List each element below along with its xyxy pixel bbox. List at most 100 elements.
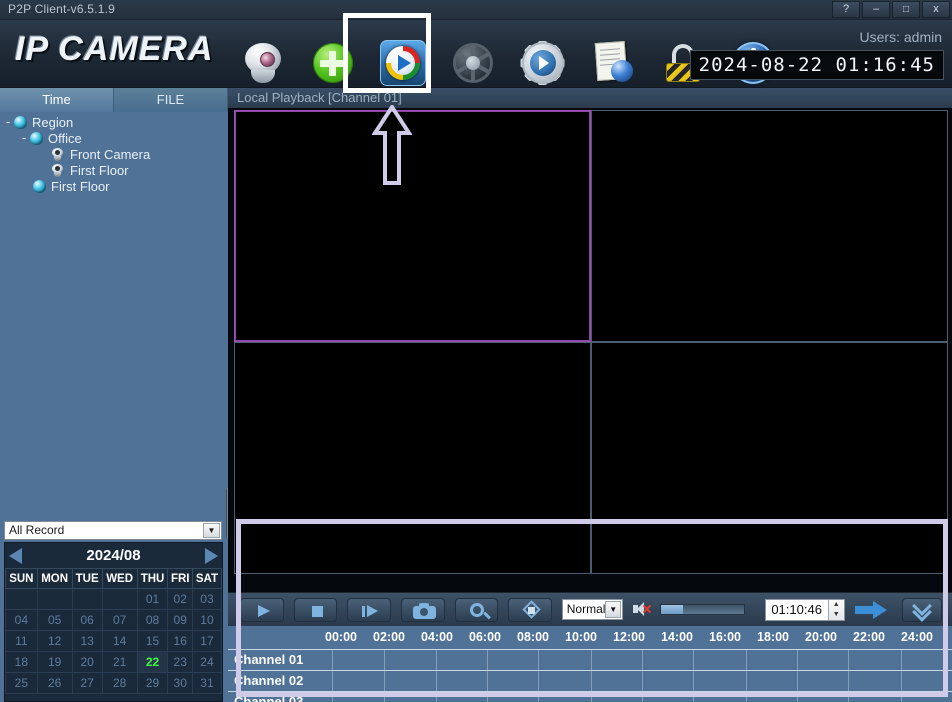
calendar-day[interactable]: 13 xyxy=(71,630,103,652)
calendar-day[interactable]: 19 xyxy=(36,651,73,673)
calendar-day[interactable]: 05 xyxy=(36,609,73,631)
calendar-day[interactable]: 21 xyxy=(101,651,138,673)
calendar-day[interactable]: 24 xyxy=(191,651,223,673)
tree-item-first-floor-cam[interactable]: First Floor xyxy=(0,162,228,178)
record-type-select[interactable]: All Record ▼ xyxy=(4,521,222,540)
calendar-day[interactable]: 31 xyxy=(191,672,223,694)
volume-slider[interactable] xyxy=(660,604,746,615)
minimize-button[interactable]: – xyxy=(862,1,890,18)
expand-toggle-icon[interactable]: - xyxy=(2,114,14,130)
help-button[interactable]: ? xyxy=(832,1,860,18)
datetime-display: 2024-08-22 01:16:45 xyxy=(689,50,944,80)
frame-step-button[interactable] xyxy=(347,597,391,622)
video-pane-1[interactable] xyxy=(234,110,591,342)
video-area: Local Playback [Channel 01] Normal ▼ 01:… xyxy=(228,88,952,702)
timeline-ruler: 00:00 02:00 04:00 06:00 08:00 10:00 12:0… xyxy=(228,626,952,650)
tree-item-label: First Floor xyxy=(70,162,129,178)
calendar-day[interactable]: 14 xyxy=(101,630,138,652)
calendar-week-row: 04 05 06 07 08 09 10 xyxy=(5,609,223,631)
calendar-day[interactable]: 07 xyxy=(101,609,138,631)
calendar-day[interactable] xyxy=(101,588,138,610)
calendar-day[interactable]: 23 xyxy=(167,651,193,673)
seek-time-stepper[interactable]: ▲ ▼ xyxy=(827,599,844,620)
calendar-day[interactable]: 03 xyxy=(191,588,223,610)
calendar-day[interactable]: 10 xyxy=(191,609,223,631)
snapshot-button[interactable] xyxy=(400,597,445,622)
stepper-down-icon[interactable]: ▼ xyxy=(829,610,844,620)
timeline-track[interactable] xyxy=(332,650,952,670)
tab-time[interactable]: Time xyxy=(0,88,114,112)
camera-icon[interactable] xyxy=(240,40,286,86)
timeline-row[interactable]: Channel 03 xyxy=(228,692,952,702)
seek-time-value: 01:10:46 xyxy=(771,601,822,617)
video-pane-3[interactable] xyxy=(234,342,591,574)
document-icon[interactable] xyxy=(590,40,636,86)
tab-file[interactable]: FILE xyxy=(114,88,228,112)
calendar-day[interactable]: 08 xyxy=(136,609,169,631)
calendar-day[interactable]: 11 xyxy=(5,630,38,652)
calendar-day[interactable]: 18 xyxy=(5,651,38,673)
tree-item-front-camera[interactable]: Front Camera xyxy=(0,146,228,162)
user-label: Users: admin xyxy=(859,29,942,45)
calendar-title: 2024/08 xyxy=(86,547,141,564)
video-title-bar: Local Playback [Channel 01] xyxy=(228,88,952,108)
gear-icon[interactable] xyxy=(520,40,566,86)
timeline-row[interactable]: Channel 02 xyxy=(228,671,952,692)
calendar-day[interactable]: 12 xyxy=(36,630,73,652)
play-button[interactable] xyxy=(240,597,284,622)
mute-speaker-icon[interactable] xyxy=(633,601,652,618)
expand-toggle-icon[interactable]: - xyxy=(18,130,30,146)
digital-zoom-button[interactable] xyxy=(454,597,499,622)
collapse-timeline-button[interactable] xyxy=(902,595,943,622)
calendar-day-selected[interactable]: 22 xyxy=(136,651,169,673)
fit-screen-button[interactable] xyxy=(508,597,552,622)
calendar-day[interactable]: 01 xyxy=(136,588,169,610)
timeline-hour-label: 12:00 xyxy=(613,630,645,644)
maximize-button[interactable]: □ xyxy=(892,1,920,18)
chevron-down-icon[interactable]: ▼ xyxy=(203,523,220,538)
calendar-day[interactable]: 15 xyxy=(136,630,169,652)
seek-time-input[interactable]: 01:10:46 ▲ ▼ xyxy=(765,598,845,621)
stop-button[interactable] xyxy=(293,597,338,622)
playback-speed-select[interactable]: Normal ▼ xyxy=(561,599,624,620)
calendar-prev-month-button[interactable] xyxy=(9,548,22,564)
timeline-hour-label: 14:00 xyxy=(661,630,693,644)
calendar-day[interactable]: 17 xyxy=(191,630,223,652)
tree-item-office[interactable]: - Office xyxy=(0,130,228,146)
chevron-down-icon[interactable]: ▼ xyxy=(605,601,622,618)
calendar-next-month-button[interactable] xyxy=(205,548,218,564)
timeline-track[interactable] xyxy=(332,692,952,702)
go-to-time-button[interactable] xyxy=(854,599,887,621)
calendar-day[interactable]: 30 xyxy=(167,672,193,694)
globe-icon xyxy=(33,179,46,193)
calendar-day[interactable]: 28 xyxy=(101,672,138,694)
calendar-day[interactable]: 09 xyxy=(167,609,193,631)
close-button[interactable]: x xyxy=(922,1,950,18)
calendar-day[interactable] xyxy=(5,588,38,610)
wheel-icon[interactable] xyxy=(450,40,496,86)
stepper-up-icon[interactable]: ▲ xyxy=(829,600,844,610)
calendar-day[interactable]: 16 xyxy=(167,630,193,652)
globe-icon xyxy=(14,115,27,129)
calendar-day[interactable]: 02 xyxy=(167,588,193,610)
calendar-week-row: 11 12 13 14 15 16 17 xyxy=(5,630,223,652)
video-pane-2[interactable] xyxy=(591,110,948,342)
calendar-day[interactable] xyxy=(71,588,103,610)
video-pane-4[interactable] xyxy=(591,342,948,574)
timeline-track[interactable] xyxy=(332,671,952,691)
calendar-day[interactable]: 20 xyxy=(71,651,103,673)
calendar-day[interactable]: 27 xyxy=(71,672,103,694)
calendar-day[interactable] xyxy=(36,588,73,610)
calendar-day[interactable]: 26 xyxy=(36,672,73,694)
calendar-day[interactable]: 04 xyxy=(5,609,38,631)
plus-icon[interactable] xyxy=(310,40,356,86)
tree-item-first-floor-region[interactable]: First Floor xyxy=(0,178,228,194)
timeline-row[interactable]: Channel 01 xyxy=(228,650,952,671)
calendar-day[interactable]: 25 xyxy=(5,672,38,694)
tree-item-region[interactable]: - Region xyxy=(0,114,228,130)
playback-icon[interactable] xyxy=(380,40,426,86)
calendar-day[interactable]: 06 xyxy=(71,609,103,631)
timeline-channel-label: Channel 02 xyxy=(234,673,304,688)
calendar-day[interactable]: 29 xyxy=(136,672,169,694)
weekday-header: SUN xyxy=(5,568,38,589)
